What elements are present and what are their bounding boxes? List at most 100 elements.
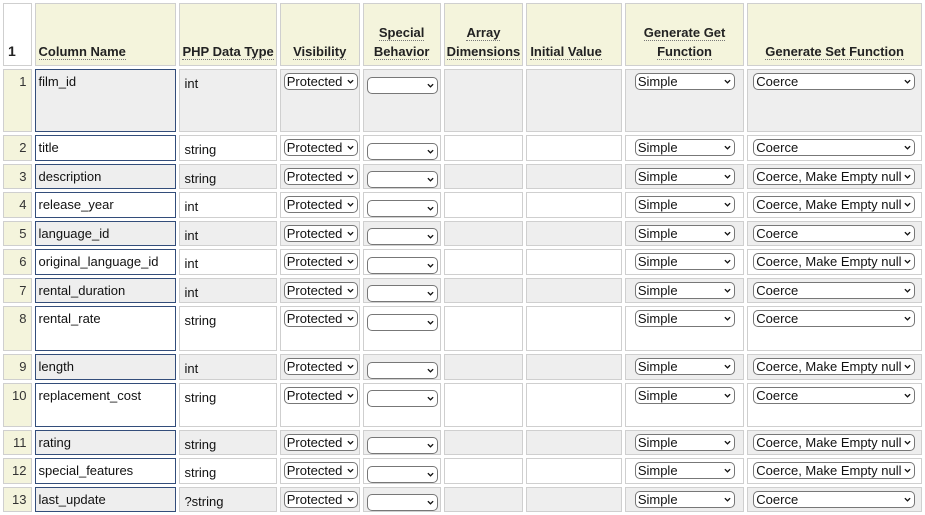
php-data-type-cell[interactable]: string (179, 135, 277, 161)
column-name-field[interactable]: special_features (34, 458, 177, 484)
array-dimensions-field[interactable] (443, 192, 524, 218)
visibility-select[interactable]: Protected (283, 490, 358, 508)
visibility-select[interactable]: Protected (283, 462, 358, 479)
visibility-select[interactable]: Protected (283, 358, 358, 375)
visibility-select[interactable]: Protected (283, 310, 358, 327)
special-behavior-select[interactable] (366, 437, 438, 454)
generate-get-select[interactable]: Simple (634, 281, 735, 299)
generate-set-select[interactable]: Coerce (753, 310, 916, 327)
array-dimensions-field[interactable] (443, 163, 524, 189)
visibility-select[interactable]: Protected (283, 167, 358, 185)
special-behavior-select[interactable] (366, 313, 438, 331)
initial-value-field[interactable] (526, 429, 622, 455)
generate-set-select[interactable]: Coerce, Make Empty null (753, 196, 916, 213)
generate-set-select[interactable]: Coerce (753, 490, 916, 508)
visibility-select[interactable]: Protected (283, 253, 358, 270)
initial-value-field[interactable] (526, 249, 622, 275)
array-dimensions-field[interactable] (443, 306, 524, 351)
column-name-field[interactable]: title (34, 135, 177, 161)
visibility-select[interactable]: Protected (283, 139, 358, 156)
special-behavior-select[interactable] (366, 76, 438, 94)
initial-value-field[interactable] (526, 163, 622, 189)
array-dimensions-field[interactable] (443, 429, 524, 455)
column-name-field[interactable]: release_year (34, 192, 177, 218)
generate-set-select[interactable]: Coerce (753, 224, 916, 242)
special-behavior-select[interactable] (366, 390, 438, 407)
php-data-type-cell[interactable]: int (179, 277, 277, 303)
initial-value-field[interactable] (526, 306, 622, 351)
array-dimensions-field[interactable] (443, 486, 524, 512)
generate-get-select[interactable]: Simple (634, 310, 735, 327)
initial-value-field[interactable] (526, 135, 622, 161)
initial-value-field[interactable] (526, 354, 622, 380)
generate-set-select[interactable]: Coerce (753, 386, 916, 404)
visibility-select[interactable]: Protected (283, 281, 358, 299)
column-name-field[interactable]: description (34, 163, 177, 189)
generate-set-select[interactable]: Coerce, Make Empty null (753, 462, 916, 479)
php-data-type-cell[interactable]: ?string (179, 486, 277, 512)
visibility-select[interactable]: Protected (283, 73, 358, 90)
column-name-field[interactable]: original_language_id (34, 249, 177, 275)
initial-value-field[interactable] (526, 220, 622, 246)
generate-get-select[interactable]: Simple (634, 358, 735, 375)
special-behavior-select[interactable] (366, 199, 438, 217)
php-data-type-cell[interactable]: string (179, 429, 277, 455)
generate-get-select[interactable]: Simple (634, 73, 735, 90)
generate-get-select[interactable]: Simple (634, 167, 735, 185)
initial-value-field[interactable] (526, 277, 622, 303)
special-behavior-select[interactable] (366, 285, 438, 302)
php-data-type-cell[interactable]: int (179, 249, 277, 275)
generate-get-select[interactable]: Simple (634, 433, 735, 451)
generate-get-select[interactable]: Simple (634, 253, 735, 270)
generate-get-select[interactable]: Simple (634, 224, 735, 242)
php-data-type-cell[interactable]: int (179, 220, 277, 246)
php-data-type-cell[interactable]: string (179, 306, 277, 351)
initial-value-field[interactable] (526, 458, 622, 484)
special-behavior-select[interactable] (366, 228, 438, 245)
generate-get-select[interactable]: Simple (634, 139, 735, 156)
special-behavior-select[interactable] (366, 256, 438, 274)
php-data-type-cell[interactable]: string (179, 382, 277, 427)
generate-get-select[interactable]: Simple (634, 386, 735, 404)
column-name-field[interactable]: rental_duration (34, 277, 177, 303)
array-dimensions-field[interactable] (443, 220, 524, 246)
column-name-field[interactable]: rental_rate (34, 306, 177, 351)
column-name-field[interactable]: film_id (34, 69, 177, 132)
special-behavior-select[interactable] (366, 361, 438, 379)
visibility-select[interactable]: Protected (283, 386, 358, 404)
initial-value-field[interactable] (526, 192, 622, 218)
visibility-select[interactable]: Protected (283, 196, 358, 213)
php-data-type-cell[interactable]: int (179, 354, 277, 380)
generate-get-select[interactable]: Simple (634, 462, 735, 479)
column-name-field[interactable]: last_update (34, 486, 177, 512)
generate-set-select[interactable]: Coerce (753, 281, 916, 299)
array-dimensions-field[interactable] (443, 69, 524, 132)
generate-set-select[interactable]: Coerce, Make Empty null (753, 253, 916, 270)
generate-get-select[interactable]: Simple (634, 196, 735, 213)
special-behavior-select[interactable] (366, 465, 438, 483)
generate-set-select[interactable]: Coerce (753, 73, 916, 90)
generate-set-select[interactable]: Coerce, Make Empty null (753, 358, 916, 375)
php-data-type-cell[interactable]: string (179, 458, 277, 484)
visibility-select[interactable]: Protected (283, 433, 358, 451)
column-name-field[interactable]: rating (34, 429, 177, 455)
php-data-type-cell[interactable]: string (179, 163, 277, 189)
array-dimensions-field[interactable] (443, 458, 524, 484)
generate-set-select[interactable]: Coerce, Make Empty null (753, 167, 916, 185)
php-data-type-cell[interactable]: int (179, 69, 277, 132)
initial-value-field[interactable] (526, 382, 622, 427)
special-behavior-select[interactable] (366, 142, 438, 160)
php-data-type-cell[interactable]: int (179, 192, 277, 218)
generate-get-select[interactable]: Simple (634, 490, 735, 508)
generate-set-select[interactable]: Coerce (753, 139, 916, 156)
visibility-select[interactable]: Protected (283, 224, 358, 242)
array-dimensions-field[interactable] (443, 135, 524, 161)
array-dimensions-field[interactable] (443, 354, 524, 380)
array-dimensions-field[interactable] (443, 249, 524, 275)
generate-set-select[interactable]: Coerce, Make Empty null (753, 433, 916, 451)
array-dimensions-field[interactable] (443, 277, 524, 303)
special-behavior-select[interactable] (366, 171, 438, 188)
column-name-field[interactable]: length (34, 354, 177, 380)
initial-value-field[interactable] (526, 69, 622, 132)
column-name-field[interactable]: replacement_cost (34, 382, 177, 427)
